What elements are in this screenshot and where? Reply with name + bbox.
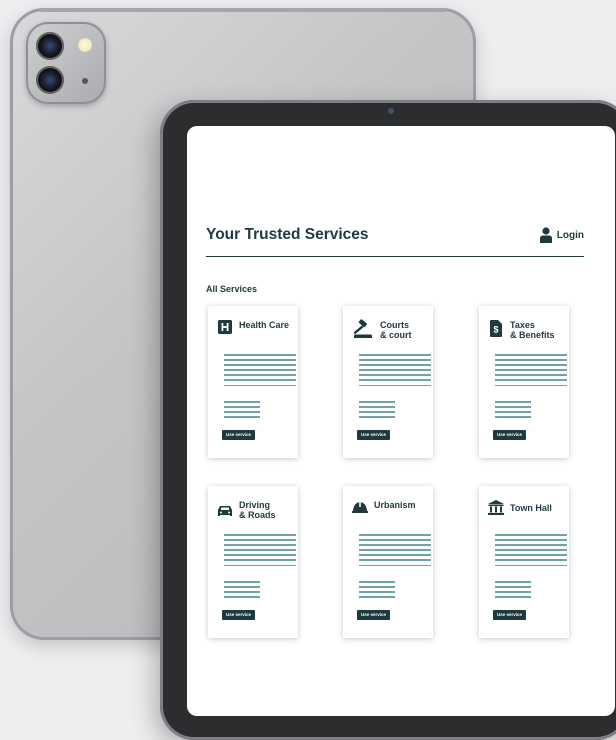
service-title: Town Hall — [510, 503, 552, 513]
text-placeholder — [224, 534, 296, 570]
gavel-icon — [352, 319, 374, 339]
use-service-button[interactable]: Use service — [222, 610, 256, 620]
use-service-button[interactable]: Use service — [493, 430, 527, 440]
flash-icon — [78, 38, 92, 52]
page-title: Your Trusted Services — [206, 226, 369, 243]
svg-text:$: $ — [493, 324, 498, 334]
service-card-health-care: Health Care Use service — [208, 306, 298, 458]
text-placeholder — [495, 401, 531, 421]
use-service-button[interactable]: Use service — [222, 430, 256, 440]
tablet-front: Your Trusted Services Login All Services… — [160, 100, 616, 740]
service-title: Driving & Roads — [239, 500, 276, 520]
camera-lens-icon — [36, 32, 64, 60]
service-card-urbanism: Urbanism Use service — [343, 486, 433, 638]
text-placeholder — [359, 354, 431, 390]
text-placeholder — [359, 581, 395, 601]
text-placeholder — [224, 401, 260, 421]
microphone-icon — [82, 78, 88, 84]
dollar-document-icon: $ — [488, 319, 504, 337]
service-card-town-hall: Town Hall Use service — [479, 486, 569, 638]
camera-lens-icon — [36, 66, 64, 94]
service-card-courts: Courts & court Use service — [343, 306, 433, 458]
service-card-taxes: $ Taxes & Benefits Use service — [479, 306, 569, 458]
text-placeholder — [359, 534, 431, 570]
service-title: Urbanism — [374, 500, 416, 510]
use-service-button[interactable]: Use service — [493, 610, 527, 620]
use-service-button[interactable]: Use service — [357, 430, 391, 440]
town-hall-icon — [488, 499, 504, 515]
helmet-icon — [352, 499, 368, 515]
use-service-button[interactable]: Use service — [357, 610, 391, 620]
hospital-icon — [217, 319, 233, 335]
service-title: Health Care — [239, 320, 290, 330]
service-card-driving: Driving & Roads Use service — [208, 486, 298, 638]
user-icon — [539, 227, 552, 243]
tablet-back-edge — [40, 8, 446, 12]
section-label: All Services — [206, 284, 258, 294]
login-button[interactable]: Login — [539, 227, 584, 243]
app-header: Your Trusted Services Login — [206, 226, 584, 257]
login-label: Login — [556, 229, 584, 241]
text-placeholder — [495, 534, 567, 570]
text-placeholder — [359, 401, 395, 421]
camera-module — [26, 22, 106, 104]
service-title: Taxes & Benefits — [510, 320, 555, 340]
front-camera-icon — [388, 108, 394, 114]
tablet-screen: Your Trusted Services Login All Services… — [187, 126, 615, 716]
text-placeholder — [495, 354, 567, 390]
service-title: Courts & court — [380, 320, 412, 340]
text-placeholder — [495, 581, 531, 601]
text-placeholder — [224, 581, 260, 601]
car-icon — [217, 499, 233, 519]
text-placeholder — [224, 354, 296, 390]
